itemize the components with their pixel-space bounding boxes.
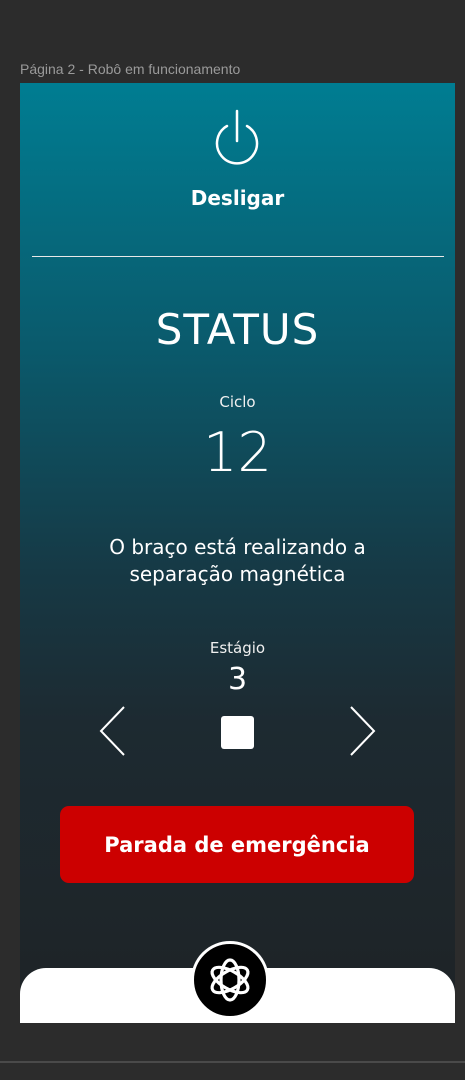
- chevron-right-icon: [350, 706, 376, 756]
- stage-value: 3: [227, 662, 248, 697]
- assistant-logo-icon[interactable]: [191, 941, 269, 1019]
- status-title: STATUS: [155, 305, 320, 354]
- cycle-value: 12: [203, 421, 272, 484]
- emergency-stop-button[interactable]: Parada de emergência: [60, 806, 414, 883]
- previous-stage-button[interactable]: [96, 703, 130, 759]
- stop-button[interactable]: [221, 716, 254, 749]
- frame-label: Página 2 - Robô em funcionamento: [20, 61, 241, 77]
- next-stage-button[interactable]: [345, 703, 379, 759]
- power-label: Desligar: [190, 186, 285, 210]
- app-screen: Desligar STATUS Ciclo 12 O braço está re…: [20, 83, 455, 1023]
- cycle-label: Ciclo: [219, 393, 256, 411]
- bottom-rule: [0, 1061, 465, 1063]
- chevron-left-icon: [99, 706, 125, 756]
- status-message: O braço está realizando a separação magn…: [109, 535, 366, 586]
- stage-label: Estágio: [209, 639, 266, 657]
- power-icon: [215, 109, 259, 165]
- power-button[interactable]: [210, 105, 264, 171]
- divider: [32, 256, 444, 257]
